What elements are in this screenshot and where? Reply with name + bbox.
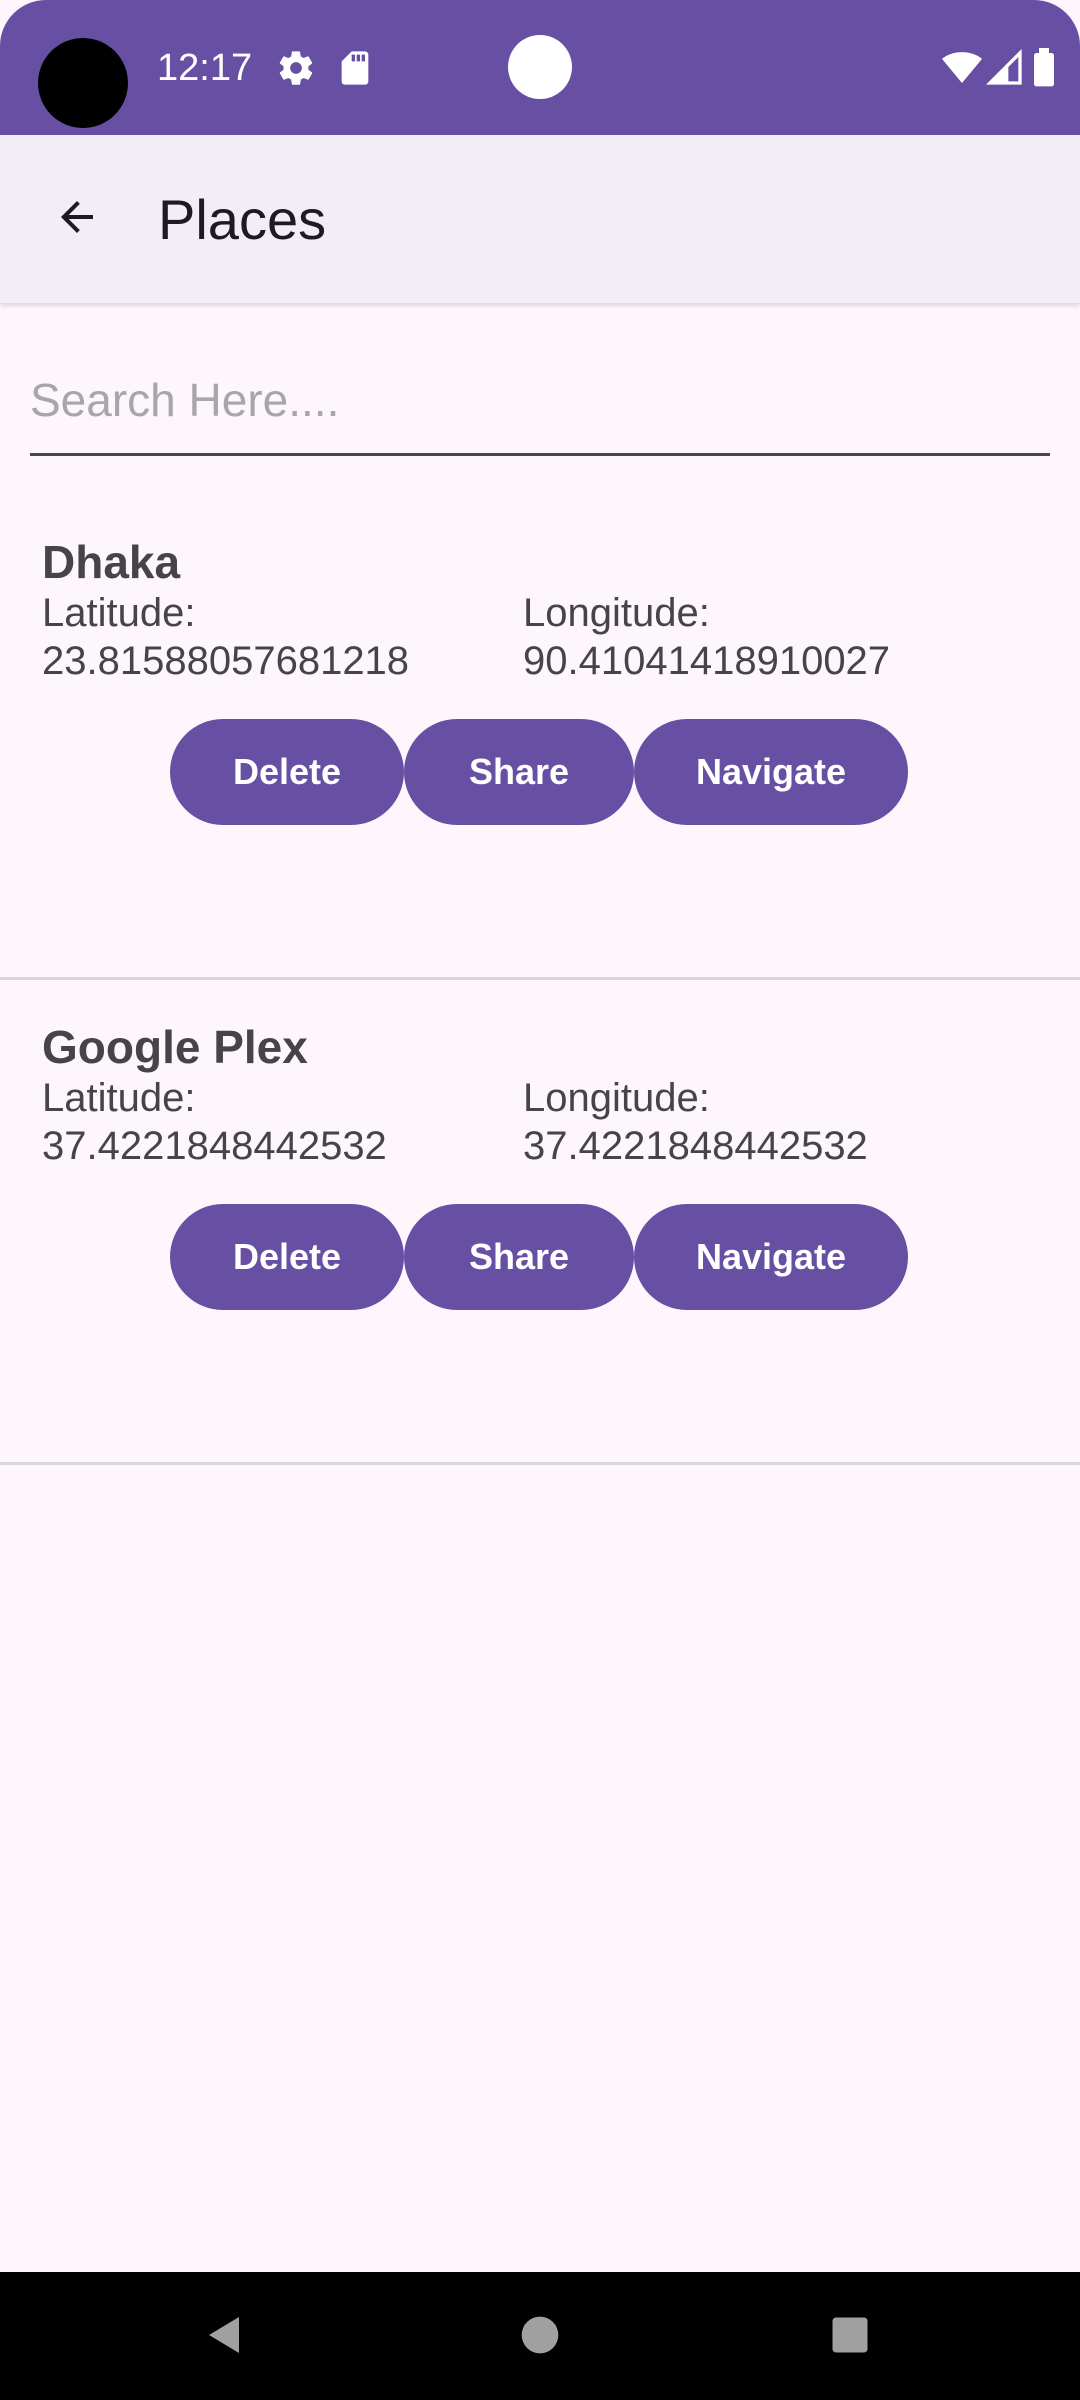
- longitude-value: 37.4221848442532: [523, 1124, 868, 1168]
- delete-button[interactable]: Delete: [170, 719, 404, 825]
- longitude-value: 90.41041418910027: [523, 639, 891, 683]
- battery-icon: [1030, 48, 1058, 88]
- search-field: [30, 355, 1050, 456]
- front-sensor: [508, 35, 572, 99]
- navigate-button[interactable]: Navigate: [634, 1204, 908, 1310]
- search-input[interactable]: [30, 355, 1050, 445]
- nav-recents-button[interactable]: [815, 2302, 885, 2372]
- arrow-back-icon: [53, 193, 101, 246]
- gear-icon: [276, 48, 316, 88]
- share-button[interactable]: Share: [404, 719, 634, 825]
- latitude-label: Latitude:: [42, 1076, 196, 1120]
- latitude-block: Latitude: 37.4221848442532: [42, 1074, 387, 1170]
- share-button[interactable]: Share: [404, 1204, 634, 1310]
- latitude-value: 37.4221848442532: [42, 1124, 387, 1168]
- app-bar: Places: [0, 135, 1080, 303]
- home-circle-icon: [518, 2313, 562, 2362]
- wifi-icon: [942, 48, 982, 88]
- recents-square-icon: [829, 2314, 871, 2361]
- longitude-label: Longitude:: [523, 591, 710, 635]
- latitude-value: 23.81588057681218: [42, 639, 410, 683]
- nav-home-button[interactable]: [505, 2302, 575, 2372]
- cell-signal-icon: [985, 48, 1025, 88]
- latitude-block: Latitude: 23.81588057681218: [42, 589, 409, 685]
- place-card: Dhaka Latitude: 23.81588057681218 Longit…: [0, 495, 1080, 980]
- delete-button[interactable]: Delete: [170, 1204, 404, 1310]
- navigate-button[interactable]: Navigate: [634, 719, 908, 825]
- place-card: Google Plex Latitude: 37.4221848442532 L…: [0, 980, 1080, 1465]
- place-name: Dhaka: [42, 536, 181, 588]
- camera-cutout: [38, 38, 128, 128]
- status-bar: 12:17: [0, 0, 1080, 135]
- place-name: Google Plex: [42, 1021, 308, 1073]
- screen: 12:17 Places Dhaka Lati: [0, 0, 1080, 2400]
- nav-back-button[interactable]: [190, 2302, 260, 2372]
- status-time: 12:17: [157, 47, 253, 89]
- back-button[interactable]: [36, 178, 118, 260]
- system-nav-bar: [0, 2272, 1080, 2400]
- page-title: Places: [158, 188, 327, 251]
- longitude-block: Longitude: 90.41041418910027: [523, 589, 890, 685]
- longitude-block: Longitude: 37.4221848442532: [523, 1074, 868, 1170]
- latitude-label: Latitude:: [42, 591, 196, 635]
- back-triangle-icon: [201, 2311, 249, 2364]
- longitude-label: Longitude:: [523, 1076, 710, 1120]
- sd-card-icon: [335, 48, 375, 88]
